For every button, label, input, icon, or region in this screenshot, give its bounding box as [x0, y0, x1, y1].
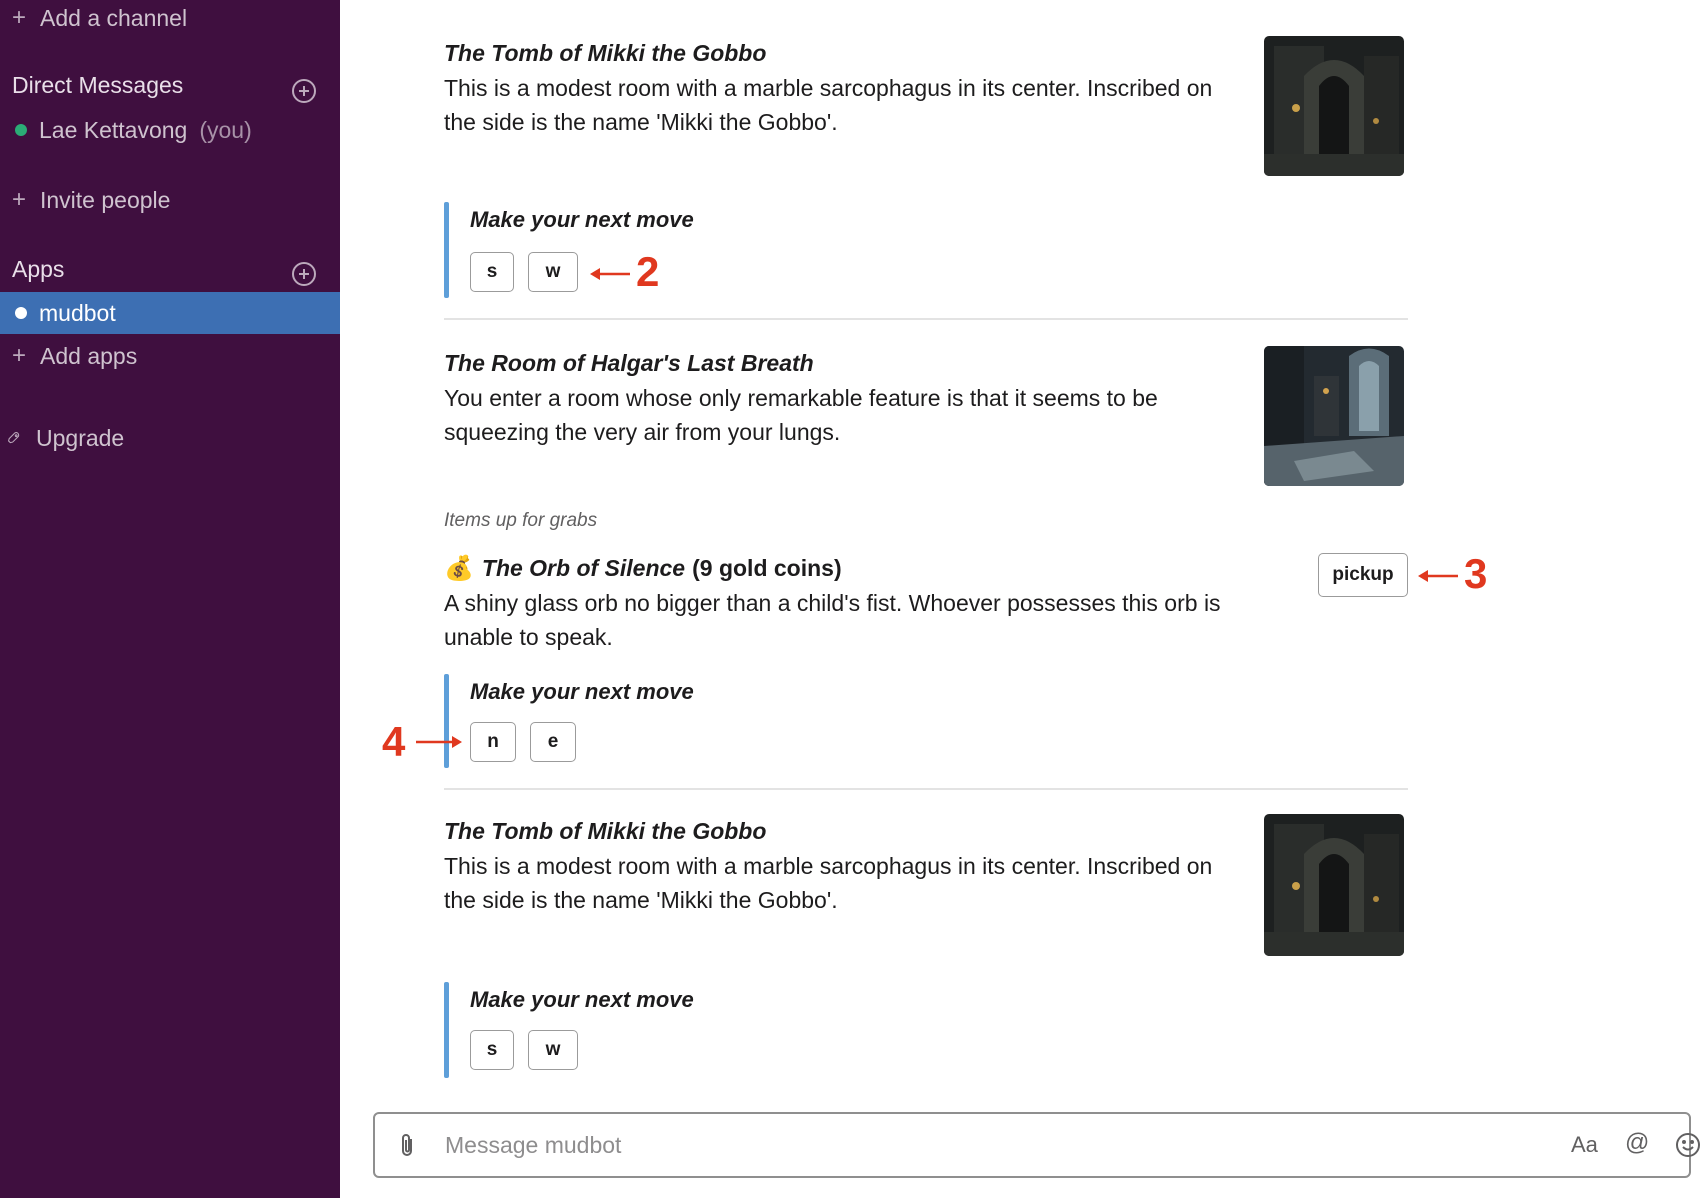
room-description-line: the side is the name 'Mikki the Gobbo'.	[444, 887, 838, 913]
plus-icon: +	[12, 186, 27, 213]
move-button-s[interactable]: s	[470, 1030, 514, 1070]
room-description-line: This is a modest room with a marble sarc…	[444, 75, 1213, 101]
paperclip-icon[interactable]	[397, 1132, 417, 1164]
room-image[interactable]	[1264, 814, 1404, 956]
move-prompt: Make your next move	[470, 679, 694, 704]
item-price: (9 gold coins)	[692, 555, 842, 581]
item-description-line: A shiny glass orb no bigger than a child…	[444, 590, 1221, 616]
move-button-s[interactable]: s	[470, 252, 514, 292]
arrow-left-icon	[1416, 564, 1460, 593]
item-heading: 💰 The Orb of Silence (9 gold coins)	[444, 554, 842, 583]
dm-you-label: (you)	[199, 116, 252, 143]
arrow-right-icon	[414, 730, 464, 759]
upgrade-link[interactable]: Upgrade	[0, 418, 340, 458]
money-bag-icon: 💰	[444, 555, 474, 582]
room-title: The Room of Halgar's Last Breath	[444, 350, 814, 376]
add-channel-label: Add a channel	[40, 4, 188, 31]
rocket-icon	[8, 427, 22, 449]
add-channel-link[interactable]: + Add a channel	[0, 0, 340, 38]
move-button-w[interactable]: w	[528, 252, 578, 292]
item-description: A shiny glass orb no bigger than a child…	[444, 586, 1584, 654]
mention-icon[interactable]: @	[1625, 1129, 1649, 1157]
item-title: The Orb of Silence	[481, 555, 686, 581]
invite-people-link[interactable]: + Invite people	[0, 180, 340, 220]
direct-messages-header[interactable]: Direct Messages	[12, 72, 183, 99]
arrow-left-icon	[588, 262, 632, 291]
annotation-label: 4	[382, 718, 406, 765]
annotation-label: 2	[636, 248, 660, 295]
message-input[interactable]: Message mudbot	[445, 1132, 621, 1159]
pickup-button[interactable]: pickup	[1318, 553, 1408, 597]
add-app-icon[interactable]	[292, 262, 316, 286]
plus-icon: +	[12, 342, 27, 369]
sidebar-item-mudbot[interactable]: mudbot	[0, 292, 340, 334]
message-pane: The Tomb of Mikki the Gobbo This is a mo…	[340, 0, 1702, 1198]
room-description: This is a modest room with a marble sarc…	[444, 71, 1584, 139]
room-description: You enter a room whose only remarkable f…	[444, 381, 1584, 449]
emoji-icon[interactable]	[1675, 1132, 1701, 1164]
attachment-bar	[444, 202, 449, 298]
add-dm-icon[interactable]	[292, 79, 316, 103]
message-composer[interactable]: Message mudbot Aa @	[373, 1112, 1700, 1178]
sidebar: + Add a channel Direct Messages Lae Kett…	[0, 0, 340, 1198]
move-prompt: Make your next move	[470, 987, 694, 1012]
room-description-line: the side is the name 'Mikki the Gobbo'.	[444, 109, 838, 135]
room-description-line: squeezing the very air from your lungs.	[444, 419, 841, 445]
invite-people-label: Invite people	[40, 186, 171, 213]
move-button-n[interactable]: n	[470, 722, 516, 762]
attachment-bar	[444, 982, 449, 1078]
room-title: The Tomb of Mikki the Gobbo	[444, 40, 767, 66]
annotation-label: 3	[1464, 550, 1488, 597]
apps-header[interactable]: Apps	[12, 256, 64, 283]
add-apps-label: Add apps	[40, 342, 138, 369]
add-apps-link[interactable]: + Add apps	[0, 336, 340, 376]
room-image[interactable]	[1264, 36, 1404, 176]
room-title: The Tomb of Mikki the Gobbo	[444, 818, 767, 844]
item-description-line: unable to speak.	[444, 624, 613, 650]
move-button-w[interactable]: w	[528, 1030, 578, 1070]
presence-dot-icon	[15, 307, 27, 319]
dm-user-name: Lae Kettavong	[39, 116, 188, 143]
room-description-line: This is a modest room with a marble sarc…	[444, 853, 1213, 879]
room-description: This is a modest room with a marble sarc…	[444, 849, 1584, 917]
move-prompt: Make your next move	[470, 207, 694, 232]
message-divider	[444, 318, 1408, 320]
upgrade-label: Upgrade	[36, 424, 125, 451]
format-text-button[interactable]: Aa	[1571, 1132, 1598, 1158]
plus-icon: +	[12, 4, 27, 31]
message-divider	[444, 788, 1408, 790]
presence-dot-icon	[15, 124, 27, 136]
room-image[interactable]	[1264, 346, 1404, 486]
dm-item-self[interactable]: Lae Kettavong (you)	[0, 110, 340, 150]
move-button-e[interactable]: e	[530, 722, 576, 762]
items-up-for-grabs-label: Items up for grabs	[444, 510, 598, 531]
room-description-line: You enter a room whose only remarkable f…	[444, 385, 1158, 411]
sidebar-item-label: mudbot	[39, 299, 116, 326]
